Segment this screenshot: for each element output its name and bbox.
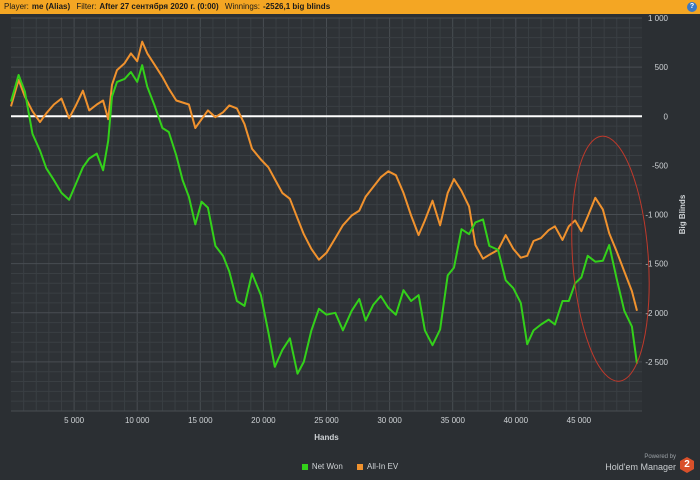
help-icon[interactable]: ? xyxy=(687,2,697,12)
chart-legend: Net Won All-In EV xyxy=(0,462,700,476)
x-tick-label: 45 000 xyxy=(567,416,592,425)
x-tick-label: 5 000 xyxy=(64,416,85,425)
y-tick-label: 0 xyxy=(664,112,669,121)
player-label: Player: xyxy=(4,2,29,11)
y-tick-label: 500 xyxy=(655,63,669,72)
x-tick-label: 40 000 xyxy=(504,416,529,425)
net-won-swatch xyxy=(301,463,308,470)
y-tick-label: -1 500 xyxy=(645,260,668,269)
hem-logo-icon: 2 xyxy=(680,457,694,473)
legend-label-all-in-ev: All-In EV xyxy=(367,462,399,471)
y-tick-label: -500 xyxy=(652,161,669,170)
legend-item-all-in-ev[interactable]: All-In EV xyxy=(357,462,398,471)
powered-by-text: Powered by xyxy=(644,454,676,460)
legend-label-net-won: Net Won xyxy=(311,462,343,471)
x-tick-label: 25 000 xyxy=(314,416,339,425)
player-value: me (Alias) xyxy=(31,2,71,11)
x-tick-label: 15 000 xyxy=(188,416,213,425)
header-bar: Player: me (Alias) Filter: After 27 сентяб… xyxy=(0,0,700,14)
y-axis-title: Big Blinds xyxy=(678,194,687,234)
x-axis-title: Hands xyxy=(314,433,339,442)
y-tick-label: 1 000 xyxy=(648,14,669,23)
filter-value[interactable]: After 27 сентября 2020 г. (0:00) xyxy=(96,0,218,14)
winnings-value: -2526,1 big blinds xyxy=(263,2,331,11)
y-tick-label: -2 000 xyxy=(645,309,668,318)
brand-name: Hold'em Manager xyxy=(605,462,676,472)
legend-item-net-won[interactable]: Net Won xyxy=(301,462,343,471)
y-tick-label: -2 500 xyxy=(645,358,668,367)
filter-label: Filter: xyxy=(76,2,97,11)
y-tick-label: -1 000 xyxy=(645,211,668,220)
x-tick-label: 10 000 xyxy=(125,416,150,425)
branding: Powered by Hold'em Manager 2 xyxy=(605,454,694,476)
results-chart[interactable]: 5 000 10 000 15 000 20 000 25 000 30 000 35 00… xyxy=(0,14,700,460)
x-tick-label: 20 000 xyxy=(251,416,276,425)
all-in-ev-swatch xyxy=(357,463,364,470)
x-tick-label: 30 000 xyxy=(377,416,402,425)
x-tick-label: 35 000 xyxy=(440,416,465,425)
winnings-label: Winnings: xyxy=(224,2,261,11)
